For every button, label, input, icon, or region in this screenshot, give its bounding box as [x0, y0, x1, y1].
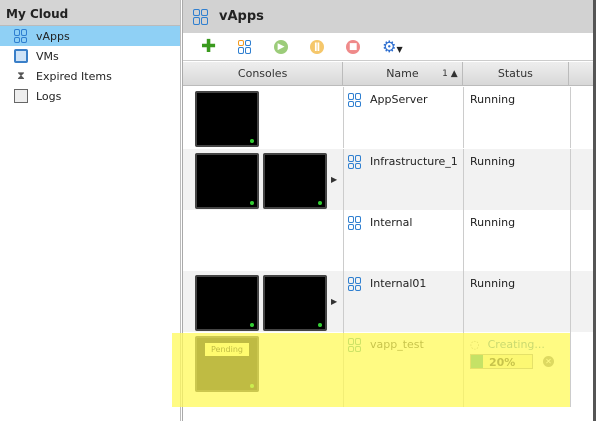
- console-thumbnail[interactable]: [263, 153, 327, 209]
- table-header: Consoles Name 1 ▲ Status: [183, 62, 593, 86]
- vms-icon: [14, 49, 28, 63]
- column-consoles[interactable]: Consoles: [183, 62, 344, 85]
- vapps-icon: [14, 29, 28, 43]
- sidebar-item-vms[interactable]: VMs: [0, 46, 180, 66]
- vapp-icon: [348, 277, 362, 291]
- vapp-name[interactable]: AppServer: [370, 93, 428, 106]
- vapp-icon: [348, 216, 362, 230]
- start-icon[interactable]: ▶: [274, 39, 289, 54]
- column-extra[interactable]: [569, 62, 593, 85]
- add-icon[interactable]: ✚: [201, 36, 216, 57]
- column-name[interactable]: Name 1 ▲: [343, 62, 463, 85]
- vapp-status: Running: [464, 210, 571, 271]
- table-row[interactable]: AppServer Running: [183, 87, 593, 148]
- vapp-status: Running: [464, 271, 571, 332]
- sidebar-item-vapps[interactable]: vApps: [0, 26, 180, 46]
- sidebar-item-logs[interactable]: Logs: [0, 86, 180, 106]
- sidebar-item-label: Expired Items: [36, 69, 112, 83]
- table-row[interactable]: Internal Running: [183, 210, 593, 271]
- vapp-status: Creating...: [487, 338, 545, 351]
- vapp-icon: [348, 93, 362, 107]
- progress-fill: [471, 355, 484, 368]
- console-thumbnail[interactable]: [195, 153, 259, 209]
- vapps-panel: vApps ✚ ▶ ǁ ■ ⚙▼ Consoles Name 1 ▲ Status…: [182, 0, 596, 421]
- column-name-label: Name: [386, 67, 419, 80]
- stop-icon[interactable]: ■: [346, 39, 361, 54]
- vapp-name[interactable]: Internal01: [370, 277, 426, 290]
- sidebar: My Cloud vApps VMs ⧗ Expired Items Logs: [0, 0, 181, 421]
- sidebar-item-expired-items[interactable]: ⧗ Expired Items: [0, 66, 180, 86]
- logs-icon: [14, 89, 28, 103]
- vapp-name[interactable]: vapp_test: [370, 338, 424, 351]
- table-row[interactable]: ▶ Internal01 Running: [183, 271, 593, 332]
- more-consoles-arrow[interactable]: ▶: [331, 297, 337, 306]
- new-vapp-icon[interactable]: [238, 39, 252, 54]
- spinner-icon: ◌: [470, 338, 480, 351]
- console-thumbnail[interactable]: [195, 91, 259, 147]
- table-row[interactable]: ▶ Infrastructure_1 Running: [183, 149, 593, 210]
- gear-menu-icon[interactable]: ⚙▼: [382, 37, 403, 56]
- vapps-icon: [193, 8, 209, 25]
- progress-bar: 20%: [470, 354, 533, 369]
- sidebar-item-label: VMs: [36, 49, 59, 63]
- sidebar-title: My Cloud: [0, 0, 180, 26]
- suspend-icon[interactable]: ǁ: [310, 39, 325, 54]
- sidebar-item-label: vApps: [36, 29, 70, 43]
- column-status[interactable]: Status: [463, 62, 570, 85]
- vapp-icon: [348, 155, 362, 169]
- vapp-status: Running: [464, 87, 571, 148]
- cancel-icon[interactable]: ✕: [543, 356, 554, 367]
- vapp-status: Running: [464, 149, 571, 210]
- toolbar: ✚ ▶ ǁ ■ ⚙▼: [183, 33, 593, 61]
- more-consoles-arrow[interactable]: ▶: [331, 175, 337, 184]
- sort-indicator: 1 ▲: [442, 68, 458, 79]
- vapp-name[interactable]: Infrastructure_1: [370, 155, 458, 168]
- progress-text: 20%: [489, 356, 516, 369]
- vapp-icon: [348, 338, 362, 352]
- console-thumbnail[interactable]: Pending: [195, 336, 259, 392]
- pending-label: Pending: [205, 343, 249, 356]
- page-title: vApps: [219, 9, 264, 24]
- vapp-name[interactable]: Internal: [370, 216, 412, 229]
- table-row[interactable]: Pending vapp_test ◌ Creating... 20% ✕: [183, 332, 593, 407]
- sidebar-item-label: Logs: [36, 89, 62, 103]
- panel-header: vApps: [183, 0, 593, 33]
- console-thumbnail[interactable]: [195, 275, 259, 331]
- hourglass-icon: ⧗: [17, 69, 25, 82]
- console-thumbnail[interactable]: [263, 275, 327, 331]
